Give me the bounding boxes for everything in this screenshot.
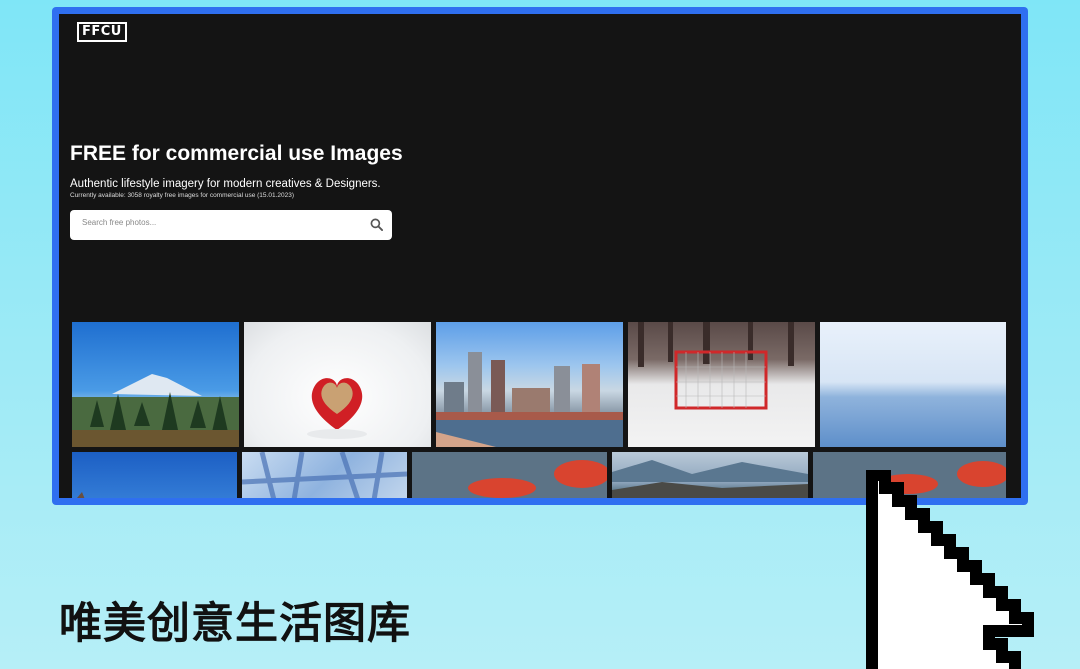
pixel-cursor-icon	[866, 470, 1034, 669]
browser-frame: FFCU FREE for commercial use Images Auth…	[52, 7, 1028, 505]
photo-city-skyline[interactable]	[436, 322, 623, 447]
promo-caption: 唯美创意生活图库	[59, 599, 411, 649]
photo-hockey-net-in-snow[interactable]	[628, 322, 815, 447]
photo-heart-cup-in-snow[interactable]	[244, 322, 431, 447]
website-screen: FFCU FREE for commercial use Images Auth…	[59, 14, 1021, 498]
page-title: FREE for commercial use Images	[70, 142, 403, 165]
photo-red-leaves[interactable]	[412, 452, 607, 498]
availability-note: Currently available: 3058 royalty free i…	[70, 192, 294, 199]
photo-frozen-lake[interactable]	[820, 322, 1006, 447]
site-logo[interactable]: FFCU	[77, 22, 127, 42]
search-input[interactable]	[80, 217, 354, 228]
search-icon[interactable]	[370, 218, 383, 231]
photo-rocky-coast[interactable]	[612, 452, 808, 498]
page-subtitle: Authentic lifestyle imagery for modern c…	[70, 178, 381, 190]
search-bar[interactable]	[70, 210, 392, 240]
photo-tree-shadows[interactable]	[242, 452, 407, 498]
photo-blue-sky[interactable]	[72, 452, 237, 498]
photo-mountain-landscape[interactable]	[72, 322, 239, 447]
